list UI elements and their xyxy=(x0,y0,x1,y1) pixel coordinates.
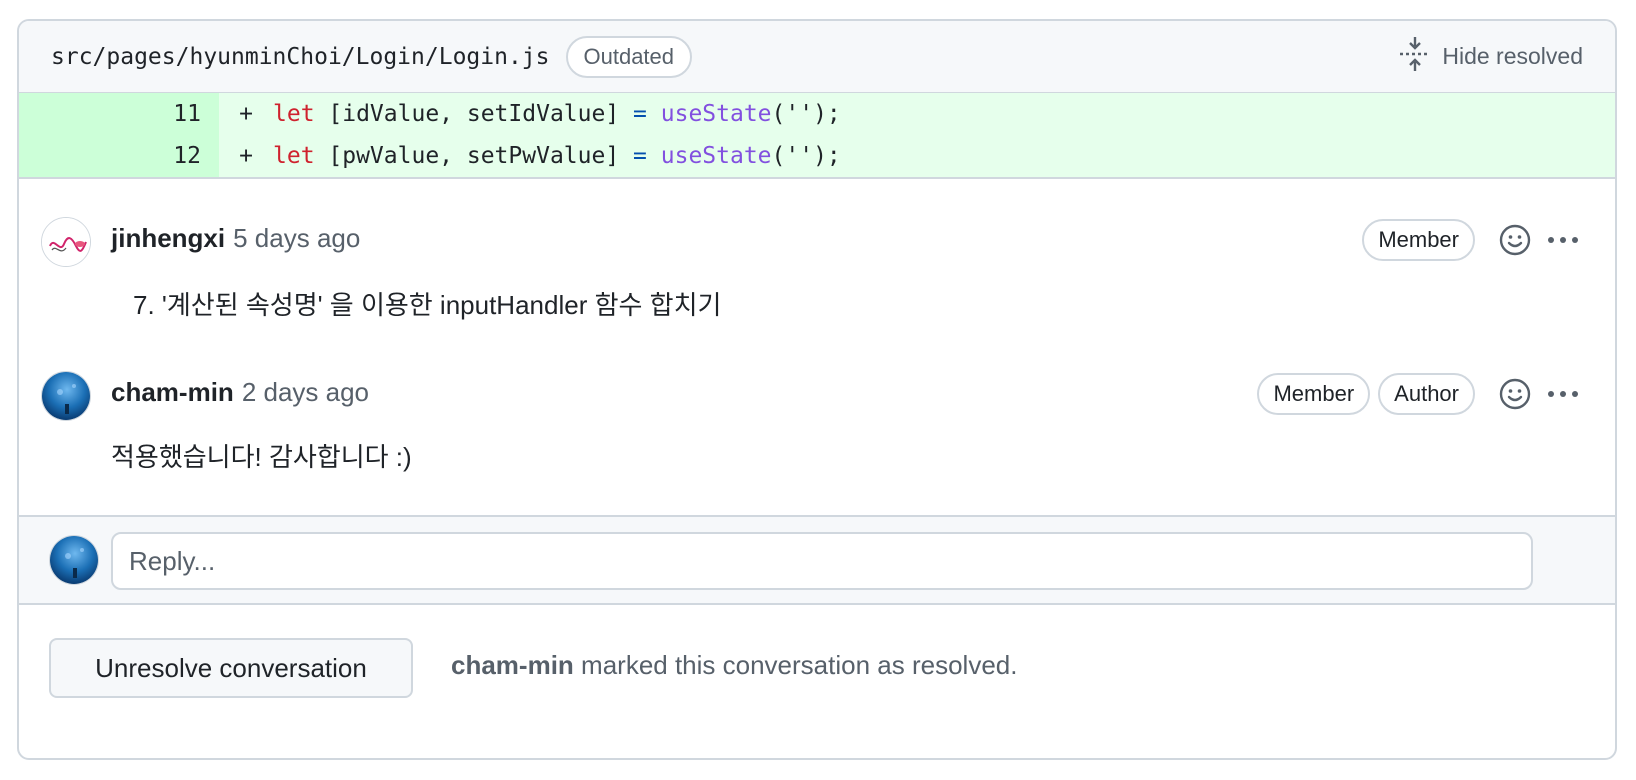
code-text: [idValue, setIdValue] xyxy=(314,101,634,127)
avatar[interactable] xyxy=(41,217,91,267)
diff-sign: + xyxy=(239,101,253,127)
file-header: src/pages/hyunminChoi/Login/Login.js Out… xyxy=(19,21,1615,93)
diff-line: 12 + let [pwValue, setPwValue] = useStat… xyxy=(19,135,1615,177)
unresolve-conversation-button[interactable]: Unresolve conversation xyxy=(49,638,413,698)
author-badge: Author xyxy=(1378,373,1475,415)
diff-hunk: 11 + let [idValue, setIdValue] = useStat… xyxy=(19,93,1615,179)
resolved-footer: Unresolve conversation cham-min marked t… xyxy=(19,605,1615,758)
code-operator: = xyxy=(633,143,647,169)
line-number[interactable]: 11 xyxy=(19,93,219,135)
reply-input[interactable] xyxy=(111,532,1533,590)
code-tail: (''); xyxy=(771,143,841,169)
kebab-menu-icon[interactable] xyxy=(1543,220,1583,260)
member-badge: Member xyxy=(1362,219,1475,261)
review-comment: jinhengxi 5 days ago Member 7. '계산된 속성명'… xyxy=(19,179,1615,339)
hide-resolved-button[interactable]: Hide resolved xyxy=(1398,35,1583,79)
comment-body: 7. '계산된 속성명' 을 이용한 inputHandler 함수 합치기 xyxy=(133,290,722,320)
avatar[interactable] xyxy=(41,371,91,421)
resolved-text: marked this conversation as resolved. xyxy=(573,650,1018,680)
smiley-icon[interactable] xyxy=(1495,220,1535,260)
code-function: useState xyxy=(646,143,772,169)
comment-actions: Member xyxy=(1362,219,1583,261)
review-comment: cham-min 2 days ago Member Author 적용했습니다… xyxy=(19,339,1615,517)
code-tail: (''); xyxy=(771,101,841,127)
code-operator: = xyxy=(633,101,647,127)
fold-icon xyxy=(1398,35,1432,79)
diff-line: 11 + let [idValue, setIdValue] = useStat… xyxy=(19,93,1615,135)
comment-time[interactable]: 5 days ago xyxy=(233,223,360,254)
code-line: let [pwValue, setPwValue] = useState('')… xyxy=(273,143,841,169)
comment-body: 적용했습니다! 감사합니다 :) xyxy=(111,442,412,472)
hide-resolved-label: Hide resolved xyxy=(1442,43,1583,69)
reply-area xyxy=(19,515,1615,605)
comment-actions: Member Author xyxy=(1257,373,1583,415)
resolved-note: cham-min marked this conversation as res… xyxy=(451,650,1017,681)
outdated-badge: Outdated xyxy=(565,35,693,78)
code-keyword: let xyxy=(273,101,315,127)
code-function: useState xyxy=(646,101,772,127)
comment-header: cham-min 2 days ago xyxy=(111,377,369,408)
code-line: let [idValue, setIdValue] = useState('')… xyxy=(273,101,841,127)
comment-header: jinhengxi 5 days ago xyxy=(111,223,360,254)
resolver-name[interactable]: cham-min xyxy=(451,650,574,680)
current-user-avatar xyxy=(49,535,99,585)
kebab-menu-icon[interactable] xyxy=(1543,374,1583,414)
diff-sign: + xyxy=(239,143,253,169)
member-badge: Member xyxy=(1257,373,1371,415)
comment-author[interactable]: cham-min xyxy=(111,377,234,408)
review-thread: src/pages/hyunminChoi/Login/Login.js Out… xyxy=(17,19,1617,760)
file-path[interactable]: src/pages/hyunminChoi/Login/Login.js xyxy=(51,44,550,70)
smiley-icon[interactable] xyxy=(1495,374,1535,414)
code-text: [pwValue, setPwValue] xyxy=(314,143,634,169)
comment-author[interactable]: jinhengxi xyxy=(111,223,225,254)
line-number[interactable]: 12 xyxy=(19,135,219,177)
code-keyword: let xyxy=(273,143,315,169)
comment-time[interactable]: 2 days ago xyxy=(242,377,369,408)
